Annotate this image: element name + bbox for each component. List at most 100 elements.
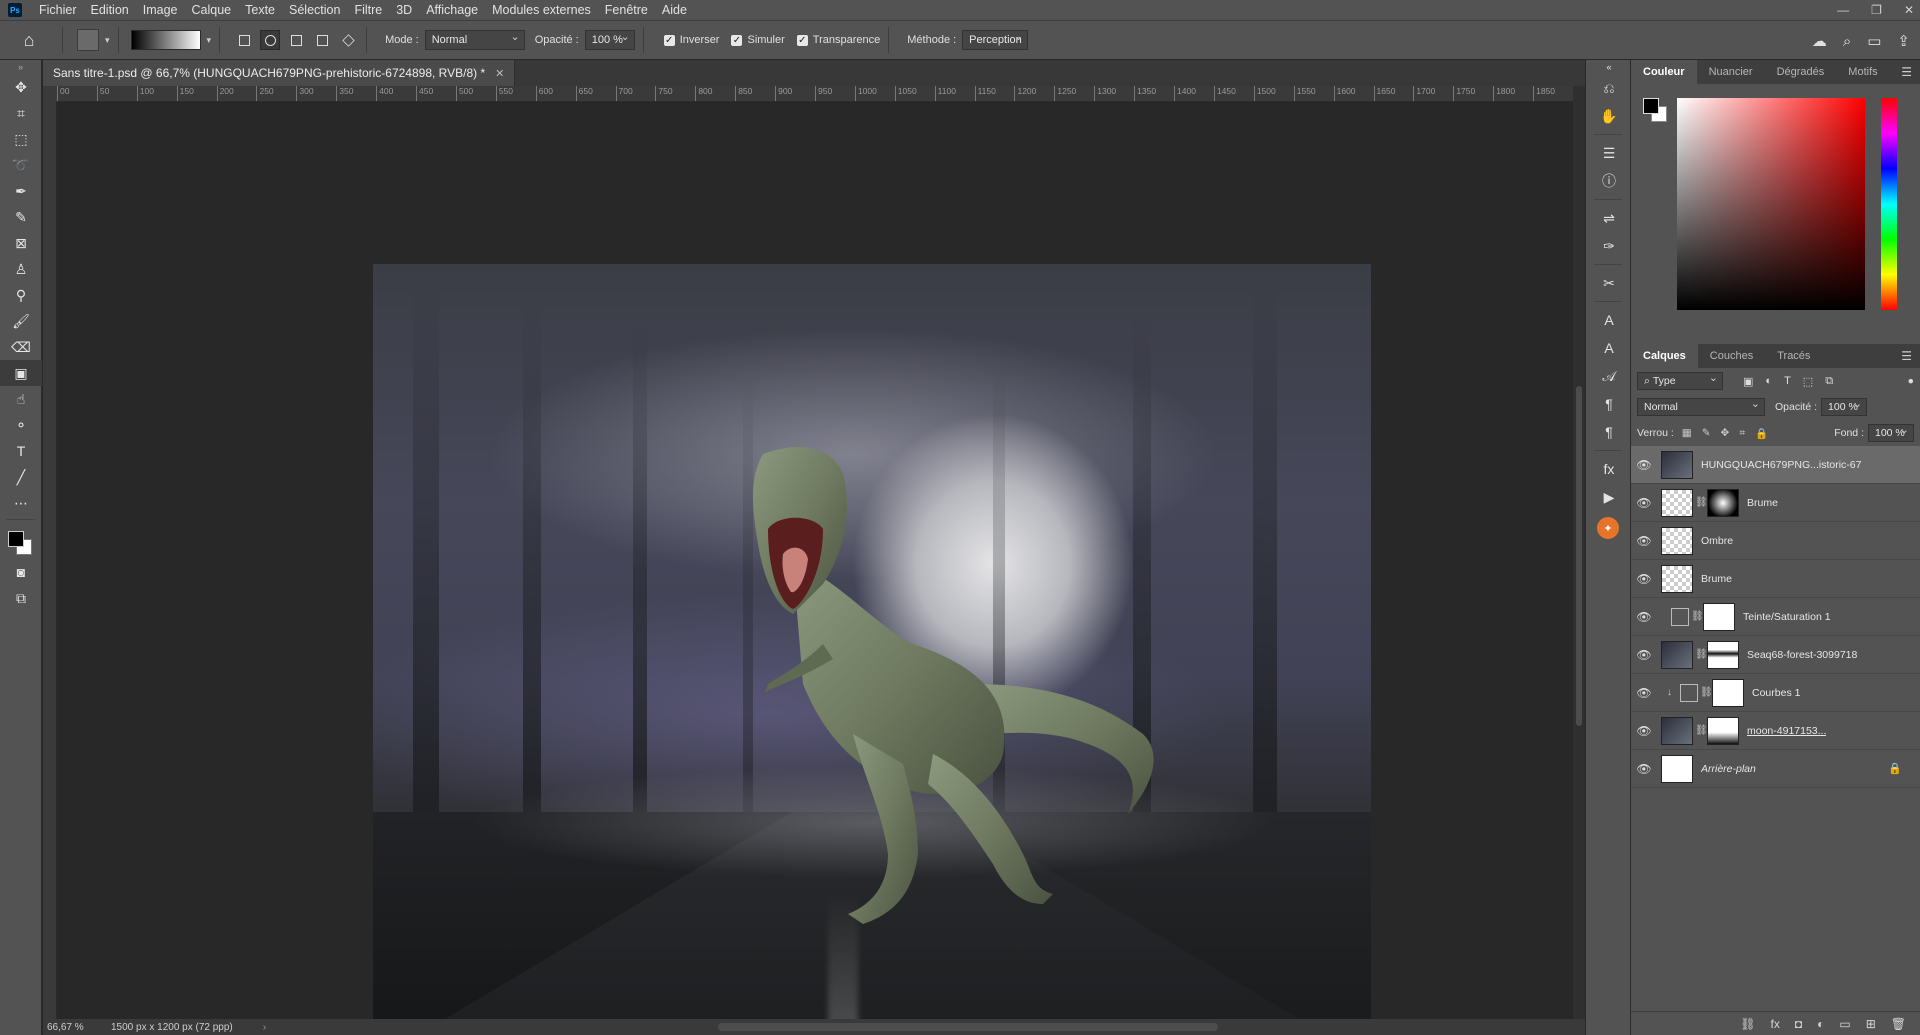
layer-filter-select[interactable]: ⌕ Type bbox=[1637, 371, 1723, 390]
angle-gradient-button[interactable] bbox=[286, 30, 306, 50]
layer-name[interactable]: moon-4917153... bbox=[1747, 725, 1826, 737]
layer-name[interactable]: Teinte/Saturation 1 bbox=[1743, 611, 1831, 623]
menu-texte[interactable]: Texte bbox=[238, 0, 282, 20]
type-filter-icon[interactable]: T bbox=[1784, 375, 1791, 388]
tab-calques[interactable]: Calques bbox=[1631, 344, 1698, 368]
menu-edition[interactable]: Edition bbox=[84, 0, 136, 20]
radial-gradient-button[interactable] bbox=[260, 30, 281, 50]
lock-all-icon[interactable]: 🔒 bbox=[1755, 427, 1768, 440]
tab-nuancier[interactable]: Nuancier bbox=[1697, 60, 1765, 84]
checkbox-icon[interactable]: ✓ bbox=[731, 34, 743, 46]
menu-affichage[interactable]: Affichage bbox=[419, 0, 485, 20]
menu-fichier[interactable]: Fichier bbox=[32, 0, 84, 20]
close-tab-icon[interactable]: ✕ bbox=[495, 67, 504, 80]
visibility-eye-icon[interactable]: 👁 bbox=[1631, 496, 1657, 510]
method-select[interactable]: Perception bbox=[962, 30, 1029, 50]
lasso-tool-icon[interactable]: ➰ bbox=[0, 152, 42, 178]
layer-mask-thumbnail[interactable] bbox=[1712, 678, 1744, 707]
dodge-tool-icon[interactable]: ⚬ bbox=[0, 412, 42, 438]
hue-slider[interactable] bbox=[1881, 98, 1897, 310]
eraser-tool-icon[interactable]: ⌫ bbox=[0, 334, 42, 360]
collapse-icon[interactable]: « bbox=[1586, 60, 1632, 74]
menu-3d[interactable]: 3D bbox=[389, 0, 419, 20]
layer-opacity-input[interactable]: 100 % bbox=[1821, 397, 1868, 416]
color-field[interactable] bbox=[1677, 98, 1865, 310]
restore-icon[interactable]: ❐ bbox=[1871, 3, 1882, 17]
smudge-tool-icon[interactable]: ☝ bbox=[0, 386, 42, 412]
diamond-gradient-button[interactable] bbox=[338, 30, 358, 50]
visibility-eye-icon[interactable]: 👁 bbox=[1631, 724, 1657, 738]
checkbox-icon[interactable]: ✓ bbox=[663, 34, 675, 46]
stamp-tool-icon[interactable]: ♙ bbox=[0, 256, 42, 282]
link-icon[interactable]: ⛓ bbox=[1691, 611, 1704, 622]
panel-menu-icon[interactable]: ☰ bbox=[1901, 65, 1912, 79]
tab-degrades[interactable]: Dégradés bbox=[1765, 60, 1837, 84]
tool-preset-picker[interactable] bbox=[77, 29, 99, 51]
home-icon[interactable]: ⌂ bbox=[18, 29, 40, 51]
fx-icon[interactable]: fx bbox=[1771, 1017, 1780, 1031]
layer-name[interactable]: Courbes 1 bbox=[1752, 687, 1800, 699]
actions-icon[interactable]: ✋ bbox=[1586, 102, 1632, 130]
new-layer-icon[interactable]: ⊞ bbox=[1866, 1017, 1876, 1031]
marquee-tool-icon[interactable]: ⬚ bbox=[0, 126, 42, 152]
link-icon[interactable]: ⛓ bbox=[1695, 649, 1708, 660]
search-icon[interactable]: ⌕ bbox=[1843, 33, 1851, 50]
zoom-level[interactable]: 66,67 % bbox=[43, 1022, 103, 1033]
tab-couleur[interactable]: Couleur bbox=[1631, 60, 1697, 84]
paragraph-icon[interactable]: ¶ bbox=[1586, 390, 1632, 418]
new-group-icon[interactable]: ▭ bbox=[1839, 1017, 1850, 1031]
link-layers-icon[interactable]: ⛓ bbox=[1740, 1017, 1755, 1031]
share-icon[interactable]: ⇪ bbox=[1897, 32, 1910, 50]
layer-name[interactable]: Arrière-plan bbox=[1701, 763, 1756, 775]
workspace-icon[interactable]: ▭ bbox=[1867, 32, 1881, 50]
dither-checkbox[interactable]: ✓ Simuler bbox=[731, 34, 785, 46]
frame-tool-icon[interactable]: ⊠ bbox=[0, 230, 42, 256]
panel-grip-icon[interactable]: » bbox=[0, 60, 41, 74]
tool-presets-icon[interactable]: ✂ bbox=[1586, 269, 1632, 297]
trash-icon[interactable]: 🗑 bbox=[1891, 1017, 1906, 1031]
menu-selection[interactable]: Sélection bbox=[282, 0, 347, 20]
tab-couches[interactable]: Couches bbox=[1698, 344, 1765, 368]
close-icon[interactable]: ✕ bbox=[1904, 3, 1914, 17]
type-tool-icon[interactable]: T bbox=[0, 438, 42, 464]
screen-mode-icon[interactable]: ⧉ bbox=[0, 585, 42, 611]
paragraph-styles-icon[interactable]: ¶ bbox=[1586, 418, 1632, 446]
tab-traces[interactable]: Tracés bbox=[1765, 344, 1822, 368]
layer-row[interactable]: 👁 Arrière-plan 🔒 bbox=[1631, 750, 1920, 788]
chevron-down-icon[interactable]: ▾ bbox=[207, 35, 212, 46]
menu-calque[interactable]: Calque bbox=[185, 0, 239, 20]
foreground-color[interactable] bbox=[8, 531, 24, 547]
horizontal-ruler[interactable]: 00 50 100 150 200 250 300 350 400 450 500 550 600 650… bbox=[57, 86, 1573, 102]
visibility-eye-icon[interactable]: 👁 bbox=[1631, 572, 1657, 586]
timeline-icon[interactable]: ▶ bbox=[1586, 483, 1632, 511]
link-icon[interactable]: ⛓ bbox=[1695, 497, 1708, 508]
smart-object-filter-icon[interactable]: ⧉ bbox=[1825, 375, 1833, 388]
layer-row[interactable]: 👁 ↓ ⛓ Courbes 1 bbox=[1631, 674, 1920, 712]
foreground-swatch[interactable] bbox=[1643, 98, 1659, 114]
gradient-tool-icon[interactable]: ▣ bbox=[0, 360, 42, 386]
eyedropper-tool-icon[interactable]: ⚲ bbox=[0, 282, 42, 308]
chevron-down-icon[interactable]: ▾ bbox=[105, 35, 110, 46]
invert-checkbox[interactable]: ✓ Inverser bbox=[663, 34, 719, 46]
visibility-eye-icon[interactable]: 👁 bbox=[1631, 534, 1657, 548]
visibility-eye-icon[interactable]: 👁 bbox=[1631, 648, 1657, 662]
plugin-icon[interactable]: ✦ bbox=[1597, 517, 1619, 539]
layer-name[interactable]: Brume bbox=[1701, 573, 1732, 585]
quick-selection-tool-icon[interactable]: ✎ bbox=[0, 204, 42, 230]
blend-mode-select[interactable]: Normal bbox=[1637, 397, 1765, 416]
link-icon[interactable]: ⛓ bbox=[1700, 687, 1713, 698]
properties-icon[interactable]: ⇌ bbox=[1586, 204, 1632, 232]
crop-tool-icon[interactable]: ⌗ bbox=[0, 100, 42, 126]
horizontal-scrollbar[interactable] bbox=[318, 1023, 1598, 1031]
pen-tool-icon[interactable]: ✒ bbox=[0, 178, 42, 204]
scrollbar-thumb[interactable] bbox=[718, 1023, 1218, 1031]
visibility-eye-icon[interactable]: 👁 bbox=[1631, 610, 1657, 624]
vertical-scrollbar[interactable] bbox=[1573, 86, 1585, 1019]
reflected-gradient-button[interactable] bbox=[312, 30, 332, 50]
layer-row[interactable]: 👁 ⛓ moon-4917153... bbox=[1631, 712, 1920, 750]
shape-filter-icon[interactable]: ⬚ bbox=[1803, 375, 1813, 388]
layer-mask-thumbnail[interactable] bbox=[1707, 716, 1739, 745]
linear-gradient-button[interactable] bbox=[234, 30, 254, 50]
layer-name[interactable]: HUNGQUACH679PNG...istoric-6724898 bbox=[1701, 459, 1861, 471]
layer-row[interactable]: 👁 ⛓ Seaq68-forest-3099718 bbox=[1631, 636, 1920, 674]
